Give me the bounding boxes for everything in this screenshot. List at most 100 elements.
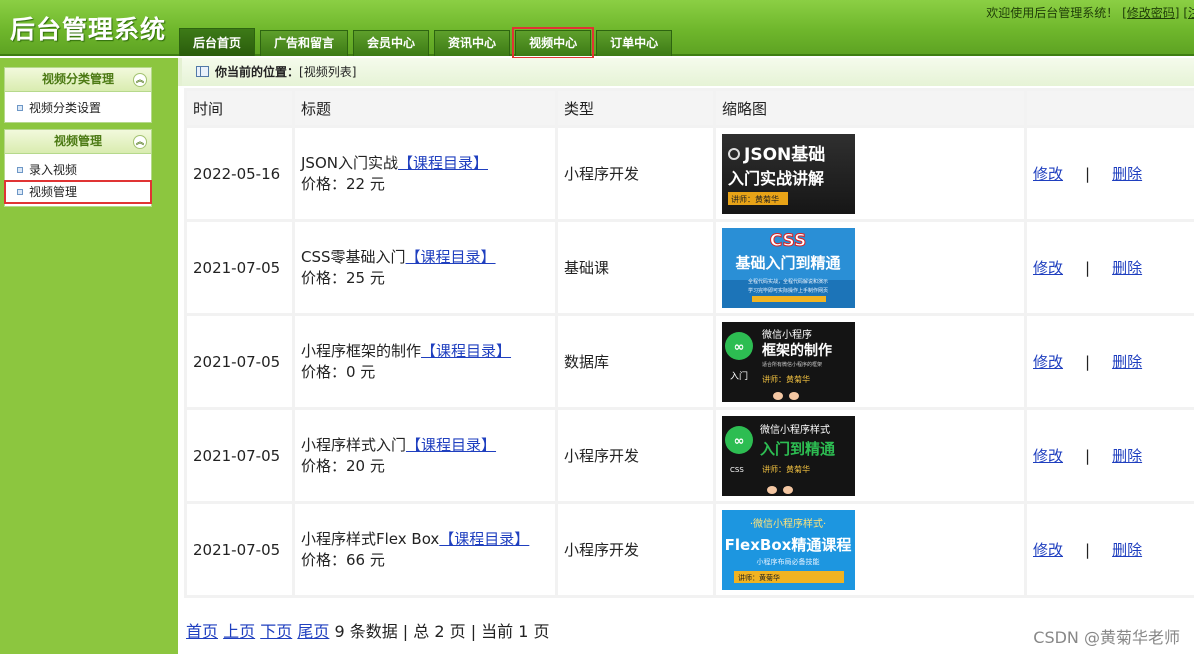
first-page-link[interactable]: 首页 (186, 622, 218, 641)
tab-orders[interactable]: 订单中心 (596, 30, 673, 56)
sidebar-group-items: 视频分类设置 (5, 92, 151, 122)
collapse-icon[interactable]: ︽ (133, 135, 147, 149)
thumbnail-text: 微信小程序样式 (760, 423, 830, 436)
page-icon (196, 66, 209, 77)
cell-title: JSON入门实战【课程目录】 价格：22 元 (295, 128, 555, 219)
edit-link[interactable]: 修改 (1033, 447, 1063, 465)
tab-home[interactable]: 后台首页 (179, 28, 256, 56)
pagination-summary: 9 条数据 | 总 2 页 | 当前 1 页 (334, 622, 550, 641)
cell-actions: 修改 | 删除 (1027, 316, 1194, 407)
logout-link[interactable]: [注 (1183, 6, 1194, 20)
cell-type: 基础课 (558, 222, 713, 313)
thumbnail-text: 入门到精通 (760, 440, 835, 458)
collapse-icon[interactable]: ︽ (133, 73, 147, 87)
top-nav: 后台首页 广告和留言 会员中心 资讯中心 视频中心 订单中心 (179, 27, 677, 59)
thumbnail-text: 入门实战讲解 (728, 169, 824, 188)
sidebar-item-video-management[interactable]: 视频管理 (4, 180, 152, 204)
cell-title: 小程序样式Flex Box【课程目录】 价格：66 元 (295, 504, 555, 595)
bullet-icon (17, 189, 23, 195)
cell-title: CSS零基础入门【课程目录】 价格：25 元 (295, 222, 555, 313)
video-title: 小程序框架的制作 (301, 341, 422, 360)
action-separator: | (1085, 353, 1091, 371)
sidebar-group-video-category: 视频分类管理 ︽ 视频分类设置 (4, 67, 152, 123)
video-price: 价格：66 元 (301, 550, 385, 569)
column-header-type: 类型 (558, 91, 713, 125)
tab-video-center[interactable]: 视频中心 (512, 27, 595, 59)
cell-thumbnail: ·微信小程序样式· FlexBox精通课程 小程序布局必备技能 讲师：黄菊华 (716, 504, 1024, 595)
breadcrumb-prefix: 你当前的位置： (215, 65, 300, 79)
delete-link[interactable]: 删除 (1112, 165, 1142, 183)
cell-actions: 修改 | 删除 (1027, 222, 1194, 313)
table-row: 2021-07-05 小程序样式Flex Box【课程目录】 价格：66 元 小… (187, 504, 1194, 595)
tab-news[interactable]: 资讯中心 (434, 30, 511, 56)
thumbnail-image[interactable]: JSON基础 入门实战讲解 讲师：黄菊华 (722, 133, 855, 214)
video-title: JSON入门实战 (301, 153, 398, 172)
thumbnail-image[interactable]: CSS 基础入门到精通 全程代码实战，全程代码解说和演示 学习完毕即可实际操作上… (722, 227, 855, 308)
edit-link[interactable]: 修改 (1033, 353, 1063, 371)
cell-date: 2021-07-05 (187, 504, 292, 595)
cell-actions: 修改 | 删除 (1027, 410, 1194, 501)
thumbnail-text: 讲师：黄菊华 (762, 464, 810, 474)
thumbnail-image[interactable]: ∞ 微信小程序样式 入门到精通 CSS 讲师：黄菊华 (722, 415, 855, 496)
svg-text:∞: ∞ (734, 340, 745, 355)
thumbnail-text: JSON基础 (743, 144, 825, 165)
cell-title: 小程序样式入门【课程目录】 价格：20 元 (295, 410, 555, 501)
cell-type: 小程序开发 (558, 128, 713, 219)
tab-ads-messages[interactable]: 广告和留言 (260, 30, 349, 56)
video-table: 时间 标题 类型 缩略图 2022-05-16 JSON入门实战【课程目录】 价… (184, 88, 1194, 598)
catalog-link[interactable]: 【课程目录】 (406, 436, 496, 454)
thumbnail-image[interactable]: ·微信小程序样式· FlexBox精通课程 小程序布局必备技能 讲师：黄菊华 (722, 509, 855, 590)
main-content: 你当前的位置：[视频列表] 时间 标题 类型 缩略图 2022-05-16 JS… (178, 58, 1194, 654)
cell-type: 数据库 (558, 316, 713, 407)
catalog-link[interactable]: 【课程目录】 (439, 530, 529, 548)
breadcrumb-path: [视频列表] (299, 65, 357, 79)
cell-date: 2022-05-16 (187, 128, 292, 219)
column-header-title: 标题 (295, 91, 555, 125)
thumbnail-text: 学习完毕即可实际操作上手制作网页 (748, 287, 828, 294)
delete-link[interactable]: 删除 (1112, 447, 1142, 465)
catalog-link[interactable]: 【课程目录】 (398, 154, 488, 172)
sidebar-group-title: 视频分类管理 (41, 72, 114, 86)
thumbnail-text: 全程代码实战，全程代码解说和演示 (748, 278, 828, 285)
sidebar-item-video-category-settings[interactable]: 视频分类设置 (5, 97, 151, 119)
thumbnail-text: 框架的制作 (762, 342, 832, 359)
catalog-link[interactable]: 【课程目录】 (421, 342, 511, 360)
action-separator: | (1085, 447, 1091, 465)
cell-actions: 修改 | 删除 (1027, 128, 1194, 219)
video-title: 小程序样式入门 (301, 435, 407, 454)
cell-thumbnail: ∞ 微信小程序样式 入门到精通 CSS 讲师：黄菊华 (716, 410, 1024, 501)
sidebar-item-label: 视频分类设置 (29, 101, 102, 115)
column-header-thumbnail: 缩略图 (716, 91, 1024, 125)
action-separator: | (1085, 165, 1091, 183)
bullet-icon (17, 105, 23, 111)
pagination: 首页 上页 下页 尾页 9 条数据 | 总 2 页 | 当前 1 页 (186, 618, 550, 642)
thumbnail-image[interactable]: ∞ 微信小程序 框架的制作 适合所有微信小程序的框架 入门 讲师：黄菊华 (722, 321, 855, 402)
cell-type: 小程序开发 (558, 504, 713, 595)
welcome-text: 欢迎使用后台管理系统！ (986, 6, 1119, 20)
thumbnail-text: 微信小程序 (762, 328, 812, 341)
breadcrumb: 你当前的位置：[视频列表] (178, 58, 1194, 86)
tab-members[interactable]: 会员中心 (353, 30, 430, 56)
delete-link[interactable]: 删除 (1112, 259, 1142, 277)
cell-title: 小程序框架的制作【课程目录】 价格：0 元 (295, 316, 555, 407)
delete-link[interactable]: 删除 (1112, 541, 1142, 559)
cell-date: 2021-07-05 (187, 410, 292, 501)
edit-link[interactable]: 修改 (1033, 165, 1063, 183)
action-separator: | (1085, 541, 1091, 559)
sidebar-group-video-management: 视频管理 ︽ 录入视频 视频管理 (4, 129, 152, 207)
sidebar: 视频分类管理 ︽ 视频分类设置 视频管理 ︽ 录入视频 视频管理 (0, 58, 178, 654)
next-page-link[interactable]: 下页 (260, 622, 292, 641)
sidebar-group-header[interactable]: 视频管理 ︽ (5, 130, 151, 154)
cell-actions: 修改 | 删除 (1027, 504, 1194, 595)
last-page-link[interactable]: 尾页 (297, 622, 329, 641)
delete-link[interactable]: 删除 (1112, 353, 1142, 371)
sidebar-item-add-video[interactable]: 录入视频 (5, 159, 151, 181)
cell-thumbnail: CSS 基础入门到精通 全程代码实战，全程代码解说和演示 学习完毕即可实际操作上… (716, 222, 1024, 313)
welcome-bar: 欢迎使用后台管理系统！ [修改密码] [注 (986, 4, 1194, 21)
prev-page-link[interactable]: 上页 (223, 622, 255, 641)
catalog-link[interactable]: 【课程目录】 (406, 248, 496, 266)
sidebar-group-header[interactable]: 视频分类管理 ︽ (5, 68, 151, 92)
change-password-link[interactable]: [修改密码] (1122, 6, 1179, 20)
edit-link[interactable]: 修改 (1033, 259, 1063, 277)
edit-link[interactable]: 修改 (1033, 541, 1063, 559)
